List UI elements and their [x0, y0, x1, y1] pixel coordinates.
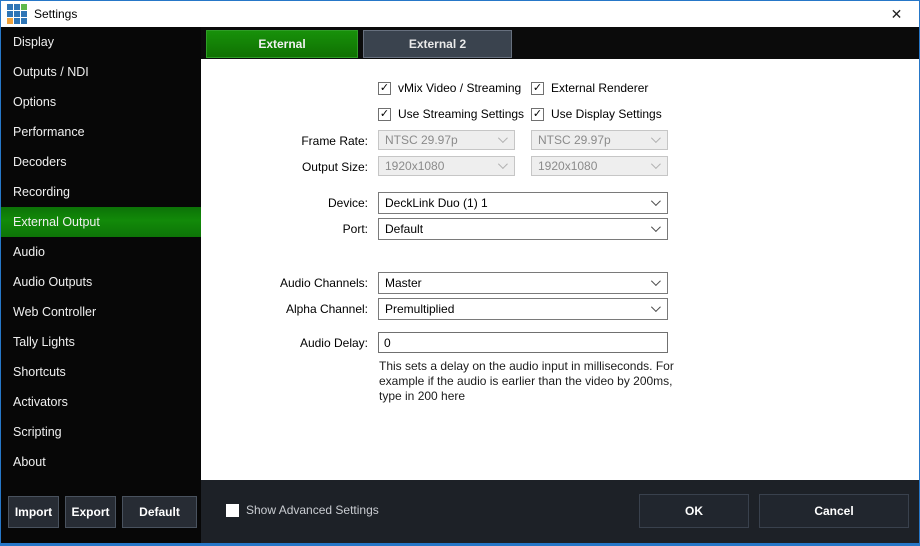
sidebar-item-audio[interactable]: Audio — [1, 237, 201, 267]
title-bar: Settings ✕ — [1, 1, 919, 27]
device-select[interactable]: DeckLink Duo (1) 1 — [378, 192, 668, 214]
checkmark-icon[interactable] — [378, 108, 391, 121]
checkmark-icon[interactable] — [378, 82, 391, 95]
sidebar-item-web-controller[interactable]: Web Controller — [1, 297, 201, 327]
close-icon[interactable]: ✕ — [874, 1, 919, 27]
output-size-label: Output Size: — [201, 160, 368, 174]
sidebar-item-outputs-ndi[interactable]: Outputs / NDI — [1, 57, 201, 87]
sidebar-item-activators[interactable]: Activators — [1, 387, 201, 417]
sidebar: Display Outputs / NDI Options Performanc… — [1, 27, 201, 543]
sidebar-item-about[interactable]: About — [1, 447, 201, 477]
tab-external[interactable]: External — [206, 30, 358, 58]
chevron-down-icon — [498, 133, 508, 143]
vmix-logo-icon — [7, 4, 27, 24]
footer-bar: Show Advanced Settings OK Cancel — [201, 480, 919, 543]
external-renderer-checkbox[interactable]: External Renderer — [531, 81, 648, 95]
chevron-down-icon — [651, 196, 661, 206]
external-output-panel: vMix Video / Streaming External Renderer… — [201, 59, 919, 481]
default-button[interactable]: Default — [122, 496, 197, 528]
tab-strip: External External 2 — [201, 27, 919, 59]
sidebar-item-shortcuts[interactable]: Shortcuts — [1, 357, 201, 387]
sidebar-item-audio-outputs[interactable]: Audio Outputs — [1, 267, 201, 297]
output-size-select-2: 1920x1080 — [531, 156, 668, 176]
settings-window: Settings ✕ Display Outputs / NDI Options… — [0, 0, 920, 546]
export-button[interactable]: Export — [65, 496, 116, 528]
port-label: Port: — [201, 222, 368, 236]
use-streaming-settings-checkbox[interactable]: Use Streaming Settings — [378, 107, 524, 121]
chevron-down-icon — [651, 159, 661, 169]
checkbox-box-icon[interactable] — [226, 504, 239, 517]
chevron-down-icon — [651, 302, 661, 312]
frame-rate-label: Frame Rate: — [201, 134, 368, 148]
show-advanced-settings-checkbox[interactable]: Show Advanced Settings — [226, 503, 379, 517]
chevron-down-icon — [651, 222, 661, 232]
alpha-channel-select[interactable]: Premultiplied — [378, 298, 668, 320]
checkmark-icon[interactable] — [531, 82, 544, 95]
import-button[interactable]: Import — [8, 496, 59, 528]
audio-delay-label: Audio Delay: — [201, 336, 368, 350]
device-label: Device: — [201, 196, 368, 210]
chevron-down-icon — [651, 133, 661, 143]
tab-external-2[interactable]: External 2 — [363, 30, 512, 58]
checkbox-label: Show Advanced Settings — [246, 503, 379, 517]
checkbox-label: External Renderer — [551, 81, 648, 95]
alpha-channel-label: Alpha Channel: — [201, 302, 368, 316]
output-size-select-1: 1920x1080 — [378, 156, 515, 176]
window-title: Settings — [34, 7, 77, 21]
sidebar-item-tally-lights[interactable]: Tally Lights — [1, 327, 201, 357]
ok-button[interactable]: OK — [639, 494, 749, 528]
use-display-settings-checkbox[interactable]: Use Display Settings — [531, 107, 662, 121]
audio-delay-input[interactable] — [378, 332, 668, 353]
sidebar-item-performance[interactable]: Performance — [1, 117, 201, 147]
sidebar-item-scripting[interactable]: Scripting — [1, 417, 201, 447]
checkbox-label: Use Streaming Settings — [398, 107, 524, 121]
audio-delay-help-text: This sets a delay on the audio input in … — [379, 359, 679, 404]
port-select[interactable]: Default — [378, 218, 668, 240]
checkbox-label: Use Display Settings — [551, 107, 662, 121]
checkmark-icon[interactable] — [531, 108, 544, 121]
sidebar-item-external-output[interactable]: External Output — [1, 207, 201, 237]
audio-channels-label: Audio Channels: — [201, 276, 368, 290]
frame-rate-select-2: NTSC 29.97p — [531, 130, 668, 150]
chevron-down-icon — [498, 159, 508, 169]
cancel-button[interactable]: Cancel — [759, 494, 909, 528]
chevron-down-icon — [651, 276, 661, 286]
audio-channels-select[interactable]: Master — [378, 272, 668, 294]
checkbox-label: vMix Video / Streaming — [398, 81, 521, 95]
sidebar-item-decoders[interactable]: Decoders — [1, 147, 201, 177]
sidebar-item-options[interactable]: Options — [1, 87, 201, 117]
vmix-video-streaming-checkbox[interactable]: vMix Video / Streaming — [378, 81, 521, 95]
sidebar-item-recording[interactable]: Recording — [1, 177, 201, 207]
sidebar-item-display[interactable]: Display — [1, 27, 201, 57]
frame-rate-select-1: NTSC 29.97p — [378, 130, 515, 150]
